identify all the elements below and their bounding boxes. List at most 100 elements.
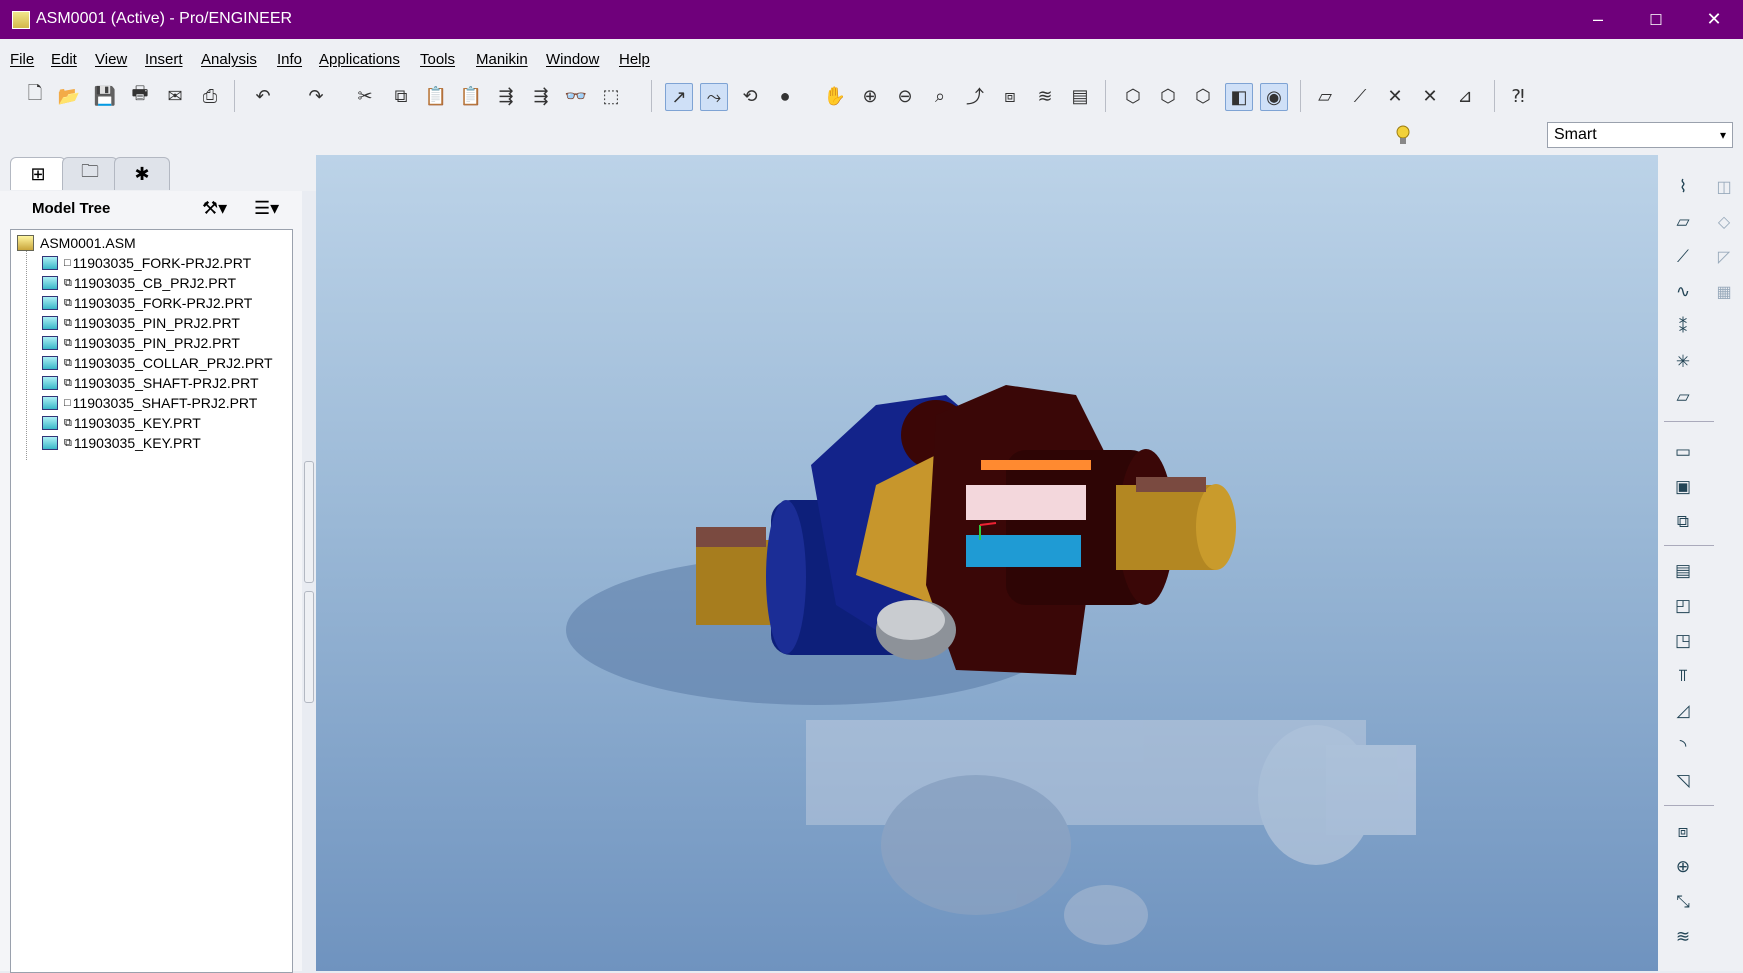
- wireframe-icon[interactable]: ⬡: [1120, 83, 1146, 109]
- menu-help[interactable]: Help: [619, 51, 650, 68]
- merge-icon[interactable]: ◇: [1710, 208, 1738, 236]
- pattern-icon[interactable]: ◿: [1666, 697, 1700, 725]
- draft-icon[interactable]: ⫪: [1666, 662, 1700, 690]
- regen-manager-icon[interactable]: ⇶: [528, 83, 554, 109]
- datum-curve-icon[interactable]: ∿: [1666, 278, 1700, 306]
- expand-handle[interactable]: [304, 591, 314, 703]
- point-display-icon[interactable]: ✕: [1382, 83, 1408, 109]
- menu-applications[interactable]: Applications: [319, 51, 400, 68]
- tree-item[interactable]: ⧉ 11903035_CB_PRJ2.PRT: [42, 273, 236, 293]
- undo-icon[interactable]: ↶: [250, 83, 276, 109]
- print-icon[interactable]: 🖶: [127, 83, 153, 109]
- tree-item[interactable]: □ 11903035_FORK-PRJ2.PRT: [42, 253, 251, 273]
- light-bulb-icon[interactable]: [1396, 124, 1410, 146]
- menu-manikin[interactable]: Manikin: [476, 51, 528, 68]
- csys-display-icon[interactable]: ✕: [1417, 83, 1443, 109]
- graphics-viewport[interactable]: [316, 155, 1658, 971]
- layers-icon[interactable]: ≋: [1032, 83, 1058, 109]
- zoom-out-icon[interactable]: ⊖: [892, 83, 918, 109]
- menu-tools[interactable]: Tools: [420, 51, 455, 68]
- menu-insert[interactable]: Insert: [145, 51, 183, 68]
- menu-analysis[interactable]: Analysis: [201, 51, 257, 68]
- cut-icon[interactable]: ✂: [352, 83, 378, 109]
- tree-item[interactable]: ⧉ 11903035_KEY.PRT: [42, 433, 201, 453]
- warp-icon[interactable]: ⧈: [1666, 818, 1700, 846]
- analysis-feature-icon[interactable]: ⏥: [1666, 383, 1700, 411]
- grid-icon[interactable]: ▦: [1710, 278, 1738, 306]
- tree-item[interactable]: ⧉ 11903035_PIN_PRJ2.PRT: [42, 313, 240, 333]
- datum-planes-icon[interactable]: ▱: [1312, 83, 1338, 109]
- round-icon[interactable]: ◰: [1666, 592, 1700, 620]
- mirror-icon[interactable]: ◝: [1666, 732, 1700, 760]
- zoom-in-icon[interactable]: ⊕: [857, 83, 883, 109]
- whats-this-icon[interactable]: ⁈: [1505, 83, 1531, 109]
- view-manager-icon[interactable]: ▤: [1067, 83, 1093, 109]
- menu-info[interactable]: Info: [277, 51, 302, 68]
- new-icon[interactable]: 🗋: [22, 83, 48, 109]
- menu-file[interactable]: File: [10, 51, 34, 68]
- email-icon[interactable]: ✉: [162, 83, 188, 109]
- hole-icon[interactable]: ▤: [1666, 557, 1700, 585]
- tree-item[interactable]: ⧉ 11903035_KEY.PRT: [42, 413, 201, 433]
- enhanced-realism-icon[interactable]: ◉: [1260, 83, 1288, 111]
- pan-icon[interactable]: ✋: [822, 83, 848, 109]
- model-tree-tab[interactable]: ⊞: [10, 157, 66, 190]
- trim-icon[interactable]: ◸: [1710, 243, 1738, 271]
- select-box-icon[interactable]: ⬚: [598, 83, 624, 109]
- saved-views-icon[interactable]: ⧈: [997, 83, 1023, 109]
- hidden-line-icon[interactable]: ⬡: [1155, 83, 1181, 109]
- mirror-tool-icon[interactable]: ◫: [1710, 173, 1738, 201]
- repaint-icon[interactable]: ↗: [665, 83, 693, 111]
- blend-icon[interactable]: ≋: [1666, 923, 1700, 951]
- orient-icon[interactable]: ⟲: [737, 83, 763, 109]
- regenerate-icon[interactable]: ⇶: [493, 83, 519, 109]
- appearance-icon[interactable]: ●: [772, 83, 798, 109]
- shading-icon[interactable]: ◧: [1225, 83, 1253, 111]
- tree-item[interactable]: ⧉ 11903035_SHAFT-PRJ2.PRT: [42, 373, 259, 393]
- menu-window[interactable]: Window: [546, 51, 599, 68]
- tree-settings-icon[interactable]: ⚒▾: [202, 198, 227, 219]
- menu-view[interactable]: View: [95, 51, 127, 68]
- print-preview-icon[interactable]: ⎙: [197, 83, 223, 109]
- assemble-icon[interactable]: ▭: [1666, 438, 1700, 466]
- selection-filter-dropdown[interactable]: Smart ▾: [1547, 122, 1733, 148]
- folder-browser-tab[interactable]: 🗀: [62, 157, 118, 190]
- minimize-button[interactable]: –: [1569, 0, 1627, 39]
- maximize-button[interactable]: ☐: [1627, 0, 1685, 39]
- redo-icon[interactable]: ↷: [303, 83, 329, 109]
- explode-icon[interactable]: ◹: [1666, 767, 1700, 795]
- datum-axes-icon[interactable]: ⟋: [1347, 83, 1373, 109]
- tree-item[interactable]: □ 11903035_SHAFT-PRJ2.PRT: [42, 393, 257, 413]
- chamfer-icon[interactable]: ◳: [1666, 627, 1700, 655]
- spin-center-icon[interactable]: ⤳: [700, 83, 728, 111]
- close-button[interactable]: ✕: [1685, 0, 1743, 39]
- tree-columns-icon[interactable]: ☰▾: [254, 198, 279, 219]
- datum-point-icon[interactable]: ⁑: [1666, 313, 1700, 341]
- save-icon[interactable]: 💾: [92, 83, 118, 109]
- tree-root-asm0001[interactable]: ASM0001.ASM: [17, 233, 136, 253]
- open-icon[interactable]: 📂: [56, 83, 82, 109]
- refit-icon[interactable]: ⌕: [927, 83, 953, 109]
- paste-special-icon[interactable]: 📋: [458, 83, 484, 109]
- tree-item[interactable]: ⧉ 11903035_COLLAR_PRJ2.PRT: [42, 353, 273, 373]
- reorient-icon[interactable]: ⤴: [962, 83, 988, 109]
- no-hidden-icon[interactable]: ⬡: [1190, 83, 1216, 109]
- tree-item[interactable]: ⧉ 11903035_FORK-PRJ2.PRT: [42, 293, 252, 313]
- tree-item[interactable]: ⧉ 11903035_PIN_PRJ2.PRT: [42, 333, 240, 353]
- panel-splitter[interactable]: [302, 191, 316, 971]
- annotation-display-icon[interactable]: ⊿: [1452, 83, 1478, 109]
- menu-edit[interactable]: Edit: [51, 51, 77, 68]
- datum-axis-icon[interactable]: ⟋: [1666, 243, 1700, 271]
- datum-csys-icon[interactable]: ✳: [1666, 348, 1700, 376]
- sweep-icon[interactable]: ⤡: [1666, 888, 1700, 916]
- package-icon[interactable]: ⧉: [1666, 508, 1700, 536]
- datum-plane-icon[interactable]: ▱: [1666, 208, 1700, 236]
- find-icon[interactable]: 👓: [563, 83, 589, 109]
- favorites-tab[interactable]: ✱: [114, 157, 170, 190]
- create-component-icon[interactable]: ▣: [1666, 473, 1700, 501]
- copy-icon[interactable]: ⧉: [388, 83, 414, 109]
- collapse-handle[interactable]: [304, 461, 314, 583]
- paste-icon[interactable]: 📋: [423, 83, 449, 109]
- sketch-icon[interactable]: ⌇: [1666, 173, 1700, 201]
- revolve-icon[interactable]: ⊕: [1666, 853, 1700, 881]
